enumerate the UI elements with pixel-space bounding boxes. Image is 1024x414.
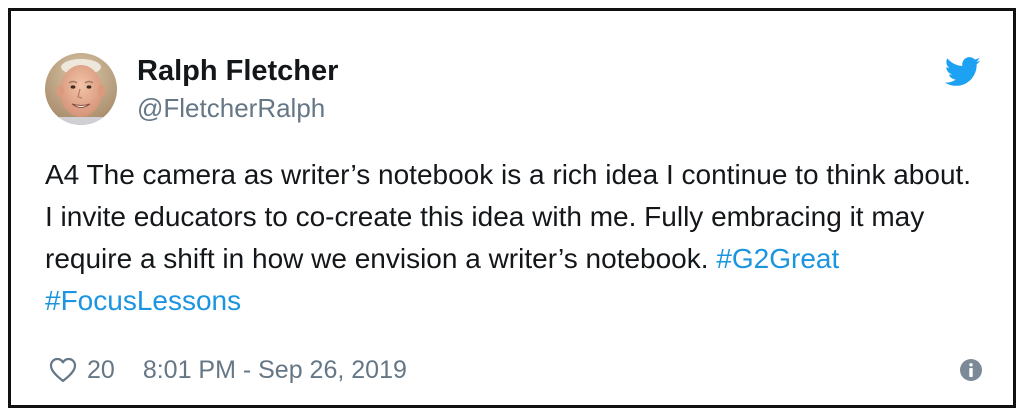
like-count[interactable]: 20 (87, 356, 115, 385)
tweet-footer: 20 8:01 PM - Sep 26, 2019 (49, 354, 983, 386)
info-icon[interactable] (959, 358, 983, 382)
twitter-bird-icon[interactable] (945, 57, 981, 87)
author-display-name[interactable]: Ralph Fletcher (137, 53, 338, 89)
hashtag-focuslessons[interactable]: #FocusLessons (45, 285, 241, 316)
tweet-text: A4 The camera as writer’s notebook is a … (45, 154, 985, 322)
tweet-timestamp[interactable]: 8:01 PM - Sep 26, 2019 (143, 356, 407, 385)
heart-icon[interactable] (49, 357, 77, 383)
tweet-card: Ralph Fletcher @FletcherRalph A4 The cam… (8, 8, 1016, 408)
hashtag-g2great[interactable]: #G2Great (716, 243, 839, 274)
avatar[interactable] (45, 53, 117, 125)
author-names: Ralph Fletcher @FletcherRalph (137, 53, 338, 125)
profile-photo-image (45, 53, 117, 125)
author-handle[interactable]: @FletcherRalph (137, 91, 338, 125)
tweet-header: Ralph Fletcher @FletcherRalph (45, 49, 338, 129)
